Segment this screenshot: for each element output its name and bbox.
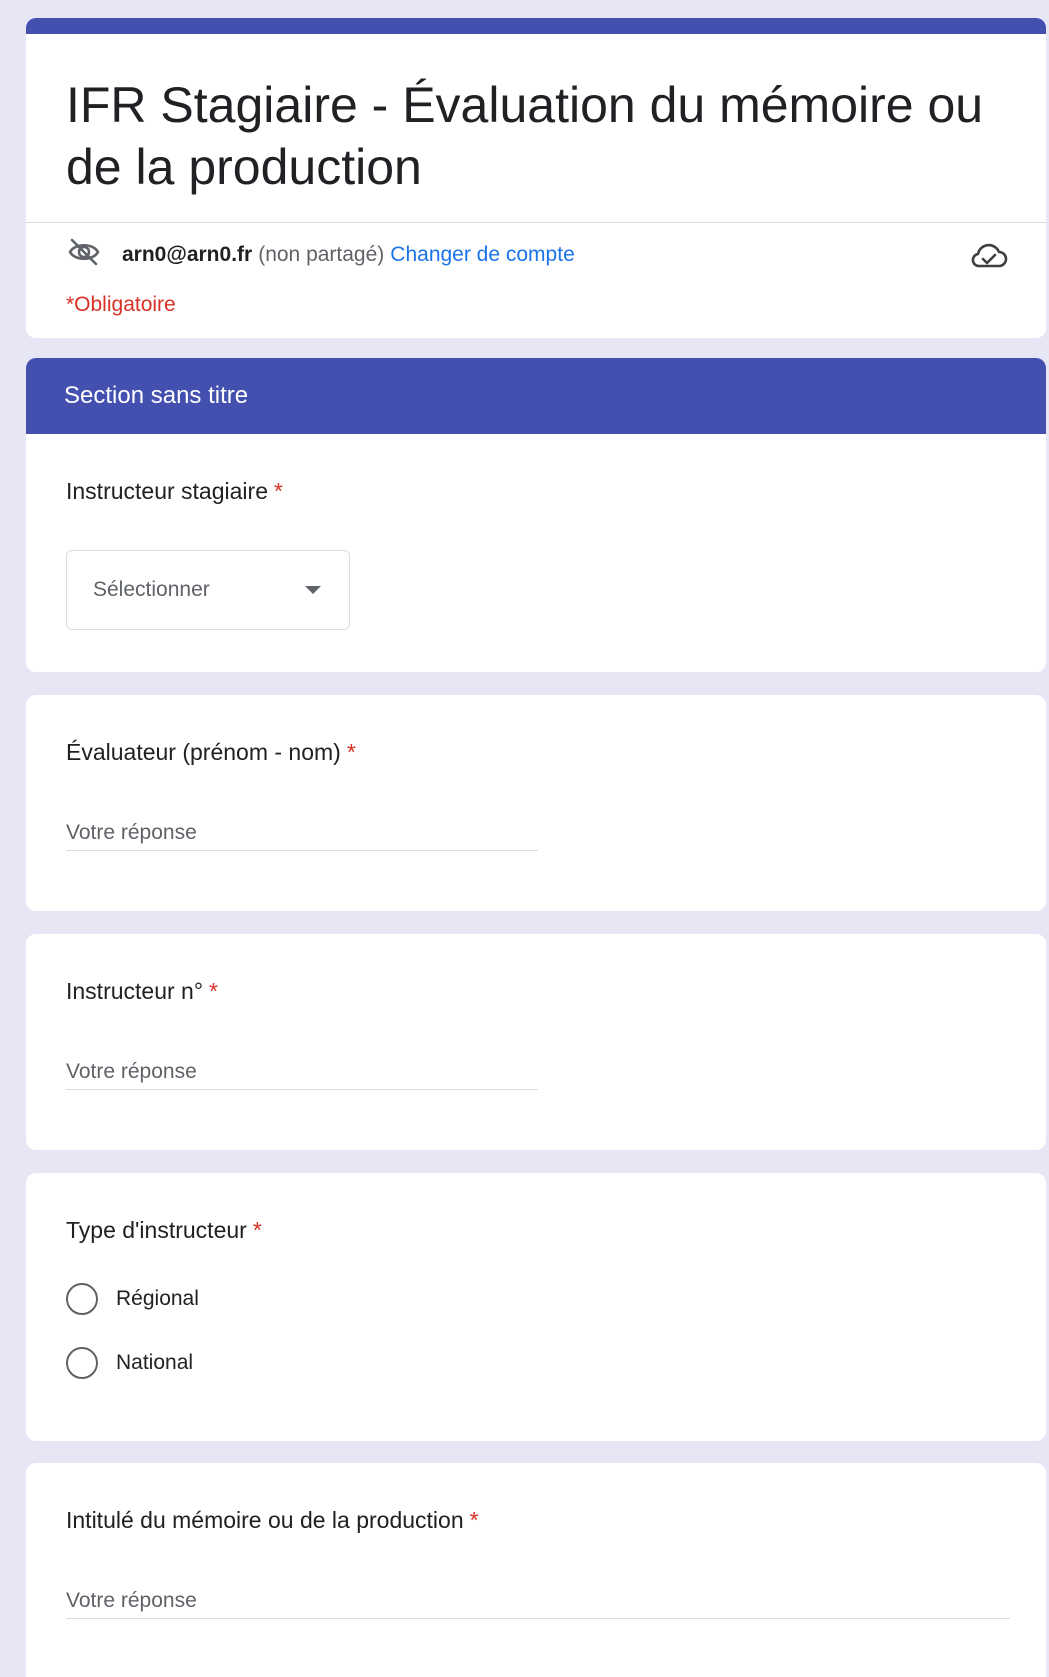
question-label-text: Instructeur n° — [66, 978, 204, 1004]
form-page: IFR Stagiaire - Évaluation du mémoire ou… — [0, 0, 1049, 1677]
required-asterisk: * — [346, 739, 356, 765]
account-share-status: (non partagé) — [258, 243, 385, 266]
radio-button[interactable] — [66, 1347, 98, 1379]
question-label-text: Instructeur stagiaire — [66, 478, 268, 504]
question-label: Instructeur n° * — [66, 978, 218, 1005]
account-email: arn0@arn0.fr — [122, 243, 253, 266]
chevron-down-icon — [305, 586, 321, 594]
radio-label: Régional — [116, 1287, 199, 1310]
header-accent-bar — [26, 18, 1046, 34]
question-label: Intitulé du mémoire ou de la production * — [66, 1507, 479, 1534]
form-header-card: IFR Stagiaire - Évaluation du mémoire ou… — [26, 18, 1046, 338]
question-label-text: Évaluateur (prénom - nom) — [66, 739, 341, 765]
form-title: IFR Stagiaire - Évaluation du mémoire ou… — [66, 77, 984, 195]
question-label: Type d'instructeur * — [66, 1217, 262, 1244]
question-card-title: Intitulé du mémoire ou de la production * — [26, 1463, 1046, 1677]
select-value: Sélectionner — [93, 578, 210, 601]
section-card: Section sans titre Instructeur stagiaire… — [26, 358, 1046, 672]
instructor-number-input[interactable] — [66, 1054, 538, 1090]
section-title: Section sans titre — [26, 358, 1046, 434]
required-asterisk: * — [209, 978, 218, 1004]
required-asterisk: * — [252, 1217, 262, 1243]
radio-label: National — [116, 1351, 194, 1374]
question-label: Évaluateur (prénom - nom) * — [66, 739, 356, 766]
account-row: arn0@arn0.fr (non partagé) Changer de co… — [26, 223, 1046, 287]
radio-option-regional[interactable]: Régional — [66, 1283, 199, 1315]
question-label-text: Type d'instructeur — [66, 1217, 247, 1243]
question-card-instructor-type: Type d'instructeur * Régional National — [26, 1173, 1046, 1441]
radio-button[interactable] — [66, 1283, 98, 1315]
required-note: *Obligatoire — [66, 293, 176, 316]
question-card-evaluator: Évaluateur (prénom - nom) * — [26, 695, 1046, 911]
trainee-instructor-select[interactable]: Sélectionner — [66, 550, 350, 630]
thesis-title-input[interactable] — [66, 1583, 1010, 1619]
required-asterisk: * — [469, 1507, 479, 1533]
eye-off-icon — [66, 237, 122, 273]
question-label: Instructeur stagiaire * — [66, 478, 283, 505]
radio-option-national[interactable]: National — [66, 1347, 193, 1379]
question-label-text: Intitulé du mémoire ou de la production — [66, 1507, 464, 1533]
question-card-instructor-number: Instructeur n° * — [26, 934, 1046, 1150]
evaluator-name-input[interactable] — [66, 815, 538, 851]
switch-account-link[interactable]: Changer de compte — [390, 243, 574, 267]
required-asterisk: * — [273, 478, 283, 504]
